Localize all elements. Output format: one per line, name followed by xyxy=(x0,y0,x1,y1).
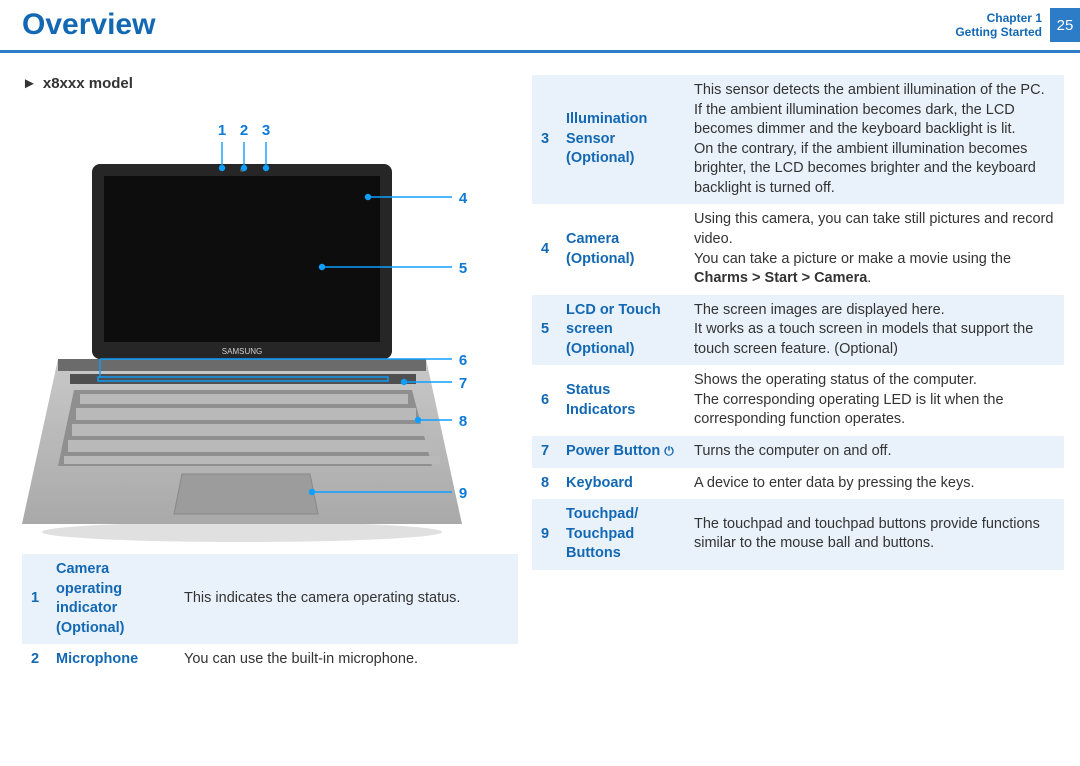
row-desc: Shows the operating status of the comput… xyxy=(686,365,1064,436)
row-number: 8 xyxy=(532,468,558,500)
row-desc: A device to enter data by pressing the k… xyxy=(686,468,1064,500)
table-row: 3 Illumination Sensor (Optional) This se… xyxy=(532,75,1064,204)
row-label: Camera (Optional) xyxy=(558,204,686,294)
row-number: 4 xyxy=(532,204,558,294)
row-label: Touchpad/ Touchpad Buttons xyxy=(558,499,686,570)
row-number: 1 xyxy=(22,554,48,644)
callout-1: 1 xyxy=(215,122,229,139)
callout-6: 6 xyxy=(456,352,470,369)
page-number-badge: 25 xyxy=(1050,8,1080,42)
row-label: Keyboard xyxy=(558,468,686,500)
callout-7: 7 xyxy=(456,375,470,392)
row-number: 9 xyxy=(532,499,558,570)
laptop-image: SAMSUNG xyxy=(22,114,502,544)
callout-9: 9 xyxy=(456,485,470,502)
row-number: 5 xyxy=(532,295,558,366)
left-column: ►x8xxx model xyxy=(22,75,532,676)
row-desc: Using this camera, you can take still pi… xyxy=(686,204,1064,294)
table-row: 7 Power Button ⏻ Turns the computer on a… xyxy=(532,436,1064,468)
right-spec-table: 3 Illumination Sensor (Optional) This se… xyxy=(532,75,1064,570)
row-desc: You can use the built-in microphone. xyxy=(176,644,518,676)
page-content: ►x8xxx model xyxy=(0,53,1080,676)
laptop-diagram: SAMSUNG xyxy=(22,114,502,544)
row-desc: Turns the computer on and off. xyxy=(686,436,1064,468)
row-label: Microphone xyxy=(48,644,176,676)
callout-8: 8 xyxy=(456,413,470,430)
table-row: 4 Camera (Optional) Using this camera, y… xyxy=(532,204,1064,294)
table-row: 9 Touchpad/ Touchpad Buttons The touchpa… xyxy=(532,499,1064,570)
row-number: 2 xyxy=(22,644,48,676)
header-meta: Chapter 1 Getting Started xyxy=(955,11,1042,40)
right-column: 3 Illumination Sensor (Optional) This se… xyxy=(532,75,1064,676)
callout-2: 2 xyxy=(237,122,251,139)
callout-5: 5 xyxy=(456,260,470,277)
row-number: 6 xyxy=(532,365,558,436)
row-label: Illumination Sensor (Optional) xyxy=(558,75,686,204)
left-spec-table: 1 Camera operating indicator (Optional) … xyxy=(22,554,518,676)
chapter-label: Chapter 1 xyxy=(955,11,1042,25)
model-heading: ►x8xxx model xyxy=(22,75,518,92)
row-label: LCD or Touch screen (Optional) xyxy=(558,295,686,366)
row-label: Power Button ⏻ xyxy=(558,436,686,468)
table-row: 1 Camera operating indicator (Optional) … xyxy=(22,554,518,644)
table-row: 6 Status Indicators Shows the operating … xyxy=(532,365,1064,436)
row-label: Status Indicators xyxy=(558,365,686,436)
power-icon: ⏻ xyxy=(664,443,674,459)
row-desc: The touchpad and touchpad buttons provid… xyxy=(686,499,1064,570)
row-label: Camera operating indicator (Optional) xyxy=(48,554,176,644)
table-row: 2 Microphone You can use the built-in mi… xyxy=(22,644,518,676)
table-row: 8 Keyboard A device to enter data by pre… xyxy=(532,468,1064,500)
row-number: 3 xyxy=(532,75,558,204)
row-desc: This indicates the camera operating stat… xyxy=(176,554,518,644)
row-desc: The screen images are displayed here. It… xyxy=(686,295,1064,366)
section-label: Getting Started xyxy=(955,25,1042,39)
play-icon: ► xyxy=(22,75,37,92)
page-title: Overview xyxy=(22,8,155,42)
row-number: 7 xyxy=(532,436,558,468)
row-desc: This sensor detects the ambient illumina… xyxy=(686,75,1064,204)
table-row: 5 LCD or Touch screen (Optional) The scr… xyxy=(532,295,1064,366)
callout-3: 3 xyxy=(259,122,273,139)
header-right: Chapter 1 Getting Started 25 xyxy=(955,8,1080,42)
svg-text:SAMSUNG: SAMSUNG xyxy=(222,347,262,356)
page-header: Overview Chapter 1 Getting Started 25 xyxy=(0,0,1080,53)
callout-4: 4 xyxy=(456,190,470,207)
